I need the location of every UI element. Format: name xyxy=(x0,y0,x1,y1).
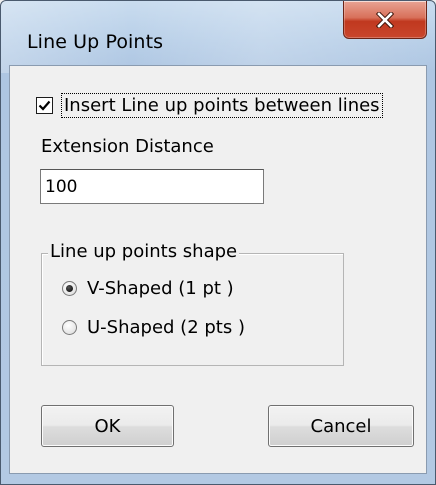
radio-u-shaped-row[interactable]: U-Shaped (2 pts ) xyxy=(62,315,245,339)
close-icon xyxy=(344,1,426,38)
insert-lineup-checkbox[interactable] xyxy=(36,96,53,114)
dialog-window: Line Up Points Insert Line up points bet… xyxy=(0,0,436,485)
insert-lineup-label[interactable]: Insert Line up points between lines xyxy=(61,92,383,118)
shape-group-legend: Line up points shape xyxy=(48,241,240,262)
radio-u-shaped-label[interactable]: U-Shaped (2 pts ) xyxy=(87,317,245,338)
shape-groupbox: Line up points shape V-Shaped (1 pt ) U-… xyxy=(41,241,344,366)
window-title: Line Up Points xyxy=(27,31,164,53)
ok-button[interactable]: OK xyxy=(41,405,174,447)
extension-distance-input[interactable] xyxy=(40,169,264,204)
extension-distance-label: Extension Distance xyxy=(41,136,214,157)
radio-v-shaped[interactable] xyxy=(62,280,77,296)
checkmark-icon xyxy=(38,100,51,111)
insert-lineup-checkbox-row[interactable]: Insert Line up points between lines xyxy=(36,92,383,118)
radio-v-shaped-label[interactable]: V-Shaped (1 pt ) xyxy=(87,278,234,299)
title-bar[interactable]: Line Up Points xyxy=(1,1,435,65)
cancel-button[interactable]: Cancel xyxy=(268,405,414,447)
radio-v-shaped-row[interactable]: V-Shaped (1 pt ) xyxy=(62,276,234,300)
radio-u-shaped[interactable] xyxy=(62,319,77,335)
close-button[interactable] xyxy=(343,1,427,39)
dialog-body: Insert Line up points between lines Exte… xyxy=(9,65,427,474)
radio-selected-dot-icon xyxy=(66,284,73,292)
